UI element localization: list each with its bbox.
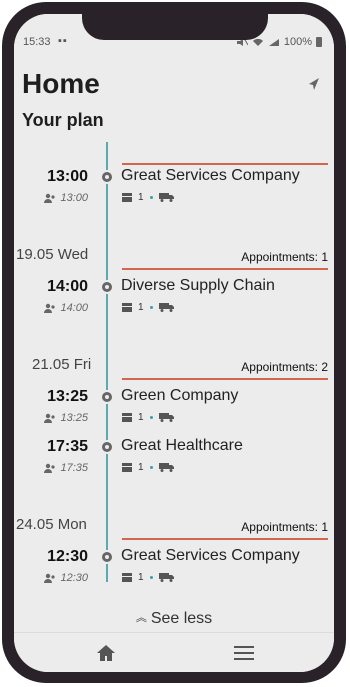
start-time: 12:30 — [47, 548, 88, 565]
timeline-node — [100, 390, 114, 404]
battery-icon — [316, 37, 322, 47]
group-date: 21.05 Fri — [32, 356, 94, 373]
company-name: Green Company — [121, 387, 239, 404]
package-count: 1 — [138, 191, 144, 203]
app-screen: 15:33 ▪▪ 100% Home Your plan 13:00 13:00 — [14, 14, 334, 672]
truck-icon — [158, 303, 174, 312]
company-name: Diverse Supply Chain — [121, 277, 275, 294]
wifi-icon — [252, 38, 263, 46]
package-icon — [122, 303, 132, 312]
separator-dot — [149, 465, 153, 469]
phone-frame: 15:33 ▪▪ 100% Home Your plan 13:00 13:00 — [2, 2, 346, 683]
group-divider — [122, 268, 328, 270]
package-count: 1 — [138, 411, 144, 423]
package-count: 1 — [138, 571, 144, 583]
group-date: 19.05 Wed — [16, 246, 91, 263]
status-notification-icons: ▪▪ — [58, 35, 68, 47]
page-subtitle: Your plan — [22, 110, 104, 130]
battery-percent: 100% — [283, 36, 312, 48]
item-meta: 1 — [121, 301, 175, 313]
company-name: Great Services Company — [121, 167, 300, 184]
start-time: 13:00 — [47, 168, 88, 185]
appointments-count: Appointments: 2 — [241, 360, 328, 374]
truck-icon — [158, 573, 174, 582]
see-less-button[interactable]: ︽ See less — [14, 610, 334, 628]
package-icon — [122, 193, 132, 202]
truck-icon — [158, 413, 174, 422]
group-divider — [122, 378, 328, 380]
page-title: Home — [22, 68, 100, 99]
status-time: 15:33 — [23, 36, 51, 48]
company-name: Great Services Company — [121, 547, 300, 564]
end-time: 13:00 — [60, 192, 88, 204]
item-meta: 1 — [121, 571, 175, 583]
start-time: 13:25 — [47, 388, 88, 405]
timeline-node — [100, 280, 114, 294]
item-meta: 1 — [121, 461, 175, 473]
end-time: 13:25 — [60, 412, 88, 424]
separator-dot — [149, 195, 153, 199]
separator-dot — [149, 575, 153, 579]
timeline-line — [106, 142, 108, 582]
end-time: 12:30 — [60, 572, 88, 584]
signal-icon — [268, 38, 279, 46]
package-icon — [122, 413, 132, 422]
plan-list[interactable]: 13:00 13:00 Great Services Company 1 19.… — [14, 142, 334, 632]
end-time: 17:35 — [60, 462, 88, 474]
item-meta: 1 — [121, 191, 175, 203]
package-icon — [122, 573, 132, 582]
chevrons-up-icon: ︽ — [135, 612, 147, 624]
end-time: 14:00 — [60, 302, 88, 314]
timeline-node — [100, 440, 114, 454]
timeline-node — [100, 170, 114, 184]
top-divider — [122, 163, 328, 165]
item-meta: 1 — [121, 411, 175, 423]
separator-dot — [149, 415, 153, 419]
see-less-label: See less — [150, 610, 213, 627]
separator-dot — [149, 305, 153, 309]
truck-icon — [158, 463, 174, 472]
menu-icon[interactable] — [234, 645, 254, 661]
bottom-navigation — [14, 632, 334, 672]
timeline-node — [100, 550, 114, 564]
package-count: 1 — [138, 461, 144, 473]
camera-notch — [82, 14, 268, 40]
package-count: 1 — [138, 301, 144, 313]
truck-icon — [158, 193, 174, 202]
group-date: 24.05 Mon — [16, 516, 89, 533]
home-icon[interactable] — [96, 643, 116, 663]
appointments-count: Appointments: 1 — [241, 520, 328, 534]
send-icon[interactable] — [306, 76, 322, 92]
group-divider — [122, 538, 328, 540]
company-name: Great Healthcare — [121, 437, 243, 454]
start-time: 17:35 — [47, 438, 88, 455]
package-icon — [122, 463, 132, 472]
appointments-count: Appointments: 1 — [241, 250, 328, 264]
start-time: 14:00 — [47, 278, 88, 295]
